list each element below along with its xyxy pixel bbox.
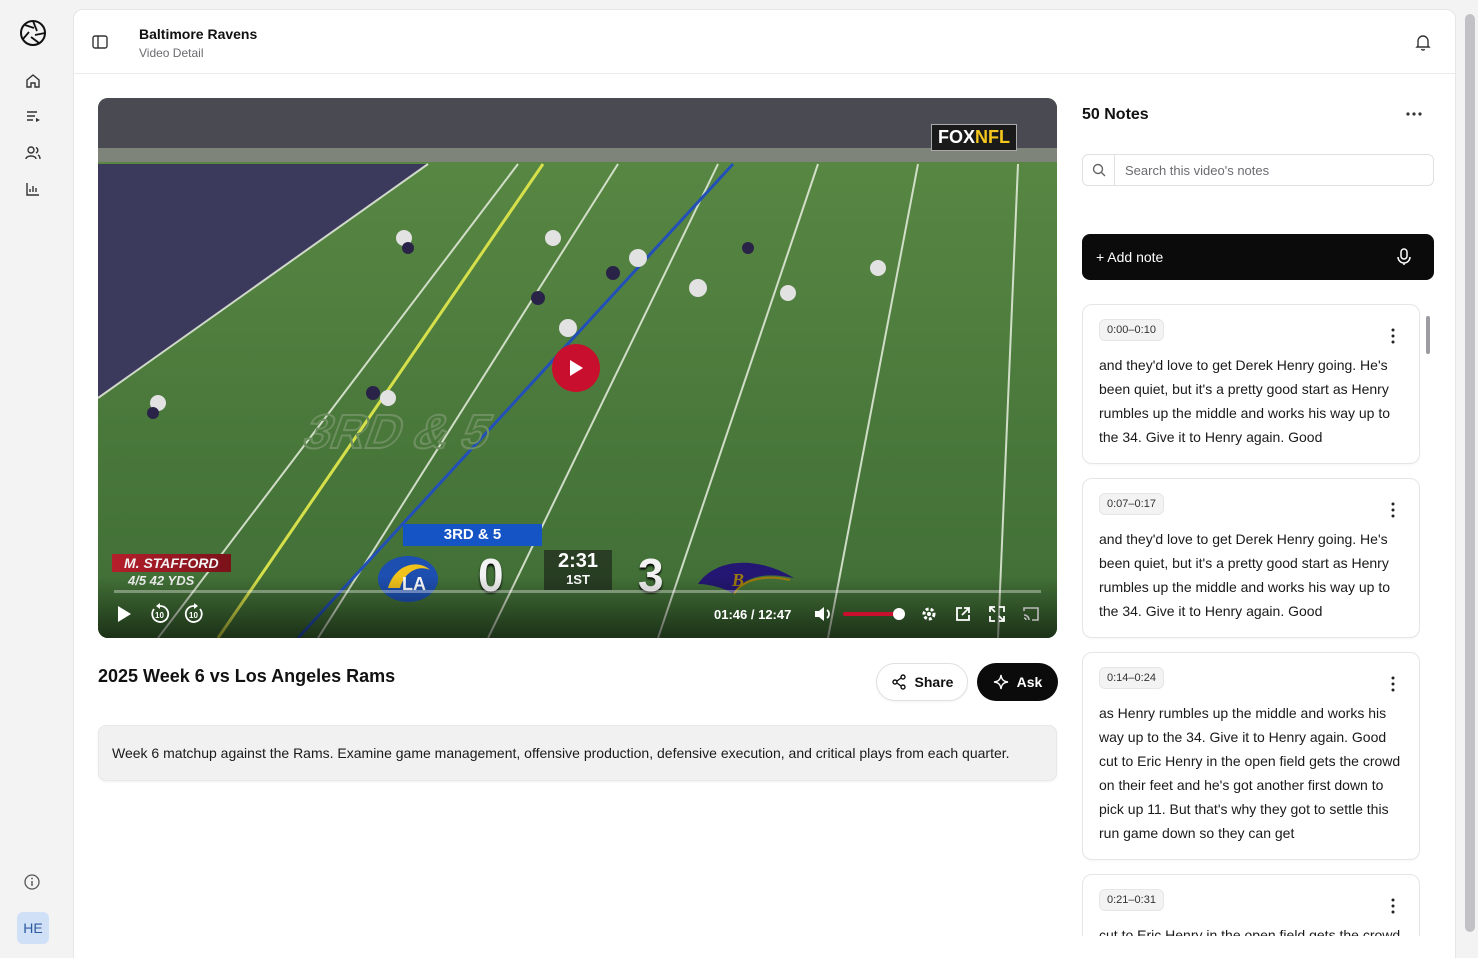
add-note-button[interactable]: + Add note	[1082, 234, 1434, 280]
svg-text:3RD & 5: 3RD & 5	[297, 404, 501, 458]
bar-chart-icon[interactable]	[23, 179, 43, 199]
page-scrollbar[interactable]	[1465, 14, 1475, 932]
note-text: and they'd love to get Derek Henry going…	[1099, 357, 1391, 445]
video-title: 2025 Week 6 vs Los Angeles Rams	[98, 666, 396, 686]
top-bar: Baltimore Ravens Video Detail	[74, 10, 1455, 74]
note-card[interactable]: 0:14–0:24 as Henry rumbles up the middle…	[1082, 652, 1420, 860]
notes-list[interactable]: 0:00–0:10 and they'd love to get Derek H…	[1082, 304, 1420, 936]
more-vertical-icon[interactable]	[1385, 897, 1401, 915]
more-horizontal-icon[interactable]	[1404, 104, 1424, 124]
note-timestamp[interactable]: 0:00–0:10	[1099, 319, 1164, 341]
notes-scroll-thumb[interactable]	[1426, 316, 1430, 354]
network-fox-label: FOX	[937, 127, 975, 147]
sidebar-toggle-icon[interactable]	[91, 33, 109, 51]
progress-bar[interactable]	[114, 590, 1041, 593]
note-timestamp[interactable]: 0:07–0:17	[1099, 493, 1164, 515]
network-logo: FOXNFL	[930, 124, 1017, 151]
fullscreen-icon[interactable]	[986, 602, 1008, 626]
ask-label: Ask	[1016, 674, 1043, 690]
popout-icon[interactable]	[952, 602, 974, 626]
down-distance: 3RD & 5	[403, 524, 542, 546]
note-card[interactable]: 0:07–0:17 and they'd love to get Derek H…	[1082, 478, 1420, 638]
settings-icon[interactable]	[918, 602, 940, 626]
main-panel: Baltimore Ravens Video Detail 3RD & 5 FO…	[73, 9, 1456, 958]
notes-search-input[interactable]	[1115, 162, 1415, 178]
aperture-icon[interactable]	[19, 19, 47, 47]
note-text: and they'd love to get Derek Henry going…	[1099, 531, 1391, 619]
sparkle-icon	[993, 674, 1008, 690]
video-player[interactable]: 3RD & 5 FOXNFL M. STAFFORD 4/5 42 YDS 3R…	[98, 98, 1057, 638]
share-button[interactable]: Share	[876, 663, 968, 701]
video-description: Week 6 matchup against the Rams. Examine…	[98, 725, 1057, 781]
page-title: Baltimore Ravens	[139, 26, 258, 42]
svg-text:10: 10	[155, 611, 164, 620]
notes-search	[1082, 154, 1434, 186]
note-card[interactable]: 0:00–0:10 and they'd love to get Derek H…	[1082, 304, 1420, 464]
share-icon	[891, 674, 906, 690]
users-icon[interactable]	[23, 143, 43, 163]
cast-icon[interactable]	[1020, 602, 1042, 626]
notes-scrollbar[interactable]	[1425, 306, 1431, 936]
home-icon[interactable]	[23, 71, 43, 91]
forward-10-icon[interactable]: 10	[182, 602, 206, 626]
duration: 12:47	[758, 607, 792, 622]
microphone-icon[interactable]	[1394, 247, 1414, 267]
note-text: cut to Eric Henry in the open field gets…	[1099, 927, 1401, 936]
search-icon	[1083, 154, 1115, 186]
note-text: as Henry rumbles up the middle and works…	[1099, 705, 1401, 841]
svg-text:10: 10	[189, 611, 198, 620]
time-readout: 01:46 / 12:47	[714, 607, 792, 622]
add-note-label: + Add note	[1096, 249, 1164, 265]
left-rail: HE	[0, 0, 66, 958]
note-card[interactable]: 0:21–0:31 cut to Eric Henry in the open …	[1082, 874, 1420, 936]
notes-count: 50 Notes	[1082, 106, 1149, 123]
list-icon[interactable]	[23, 107, 43, 127]
player-controls: 10 10 01:46 / 12:47	[98, 576, 1057, 638]
volume-icon[interactable]	[812, 602, 834, 626]
more-vertical-icon[interactable]	[1385, 501, 1401, 519]
qb-name: M. STAFFORD	[112, 554, 231, 572]
more-vertical-icon[interactable]	[1385, 675, 1401, 693]
clock-time: 2:31	[557, 550, 599, 572]
note-timestamp[interactable]: 0:21–0:31	[1099, 889, 1164, 911]
network-nfl-label: NFL	[975, 127, 1010, 147]
avatar[interactable]: HE	[17, 912, 49, 944]
volume-slider[interactable]	[843, 608, 905, 620]
share-label: Share	[914, 674, 954, 690]
note-timestamp[interactable]: 0:14–0:24	[1099, 667, 1164, 689]
more-vertical-icon[interactable]	[1385, 327, 1401, 345]
info-icon[interactable]	[22, 872, 42, 892]
volume-knob[interactable]	[893, 608, 905, 620]
play-overlay-button[interactable]	[552, 344, 600, 392]
rewind-10-icon[interactable]: 10	[148, 602, 172, 626]
ask-button[interactable]: Ask	[977, 663, 1058, 701]
current-time: 01:46	[714, 607, 748, 622]
page-subtitle: Video Detail	[139, 46, 204, 60]
bell-icon[interactable]	[1413, 32, 1433, 52]
play-icon[interactable]	[114, 602, 134, 626]
